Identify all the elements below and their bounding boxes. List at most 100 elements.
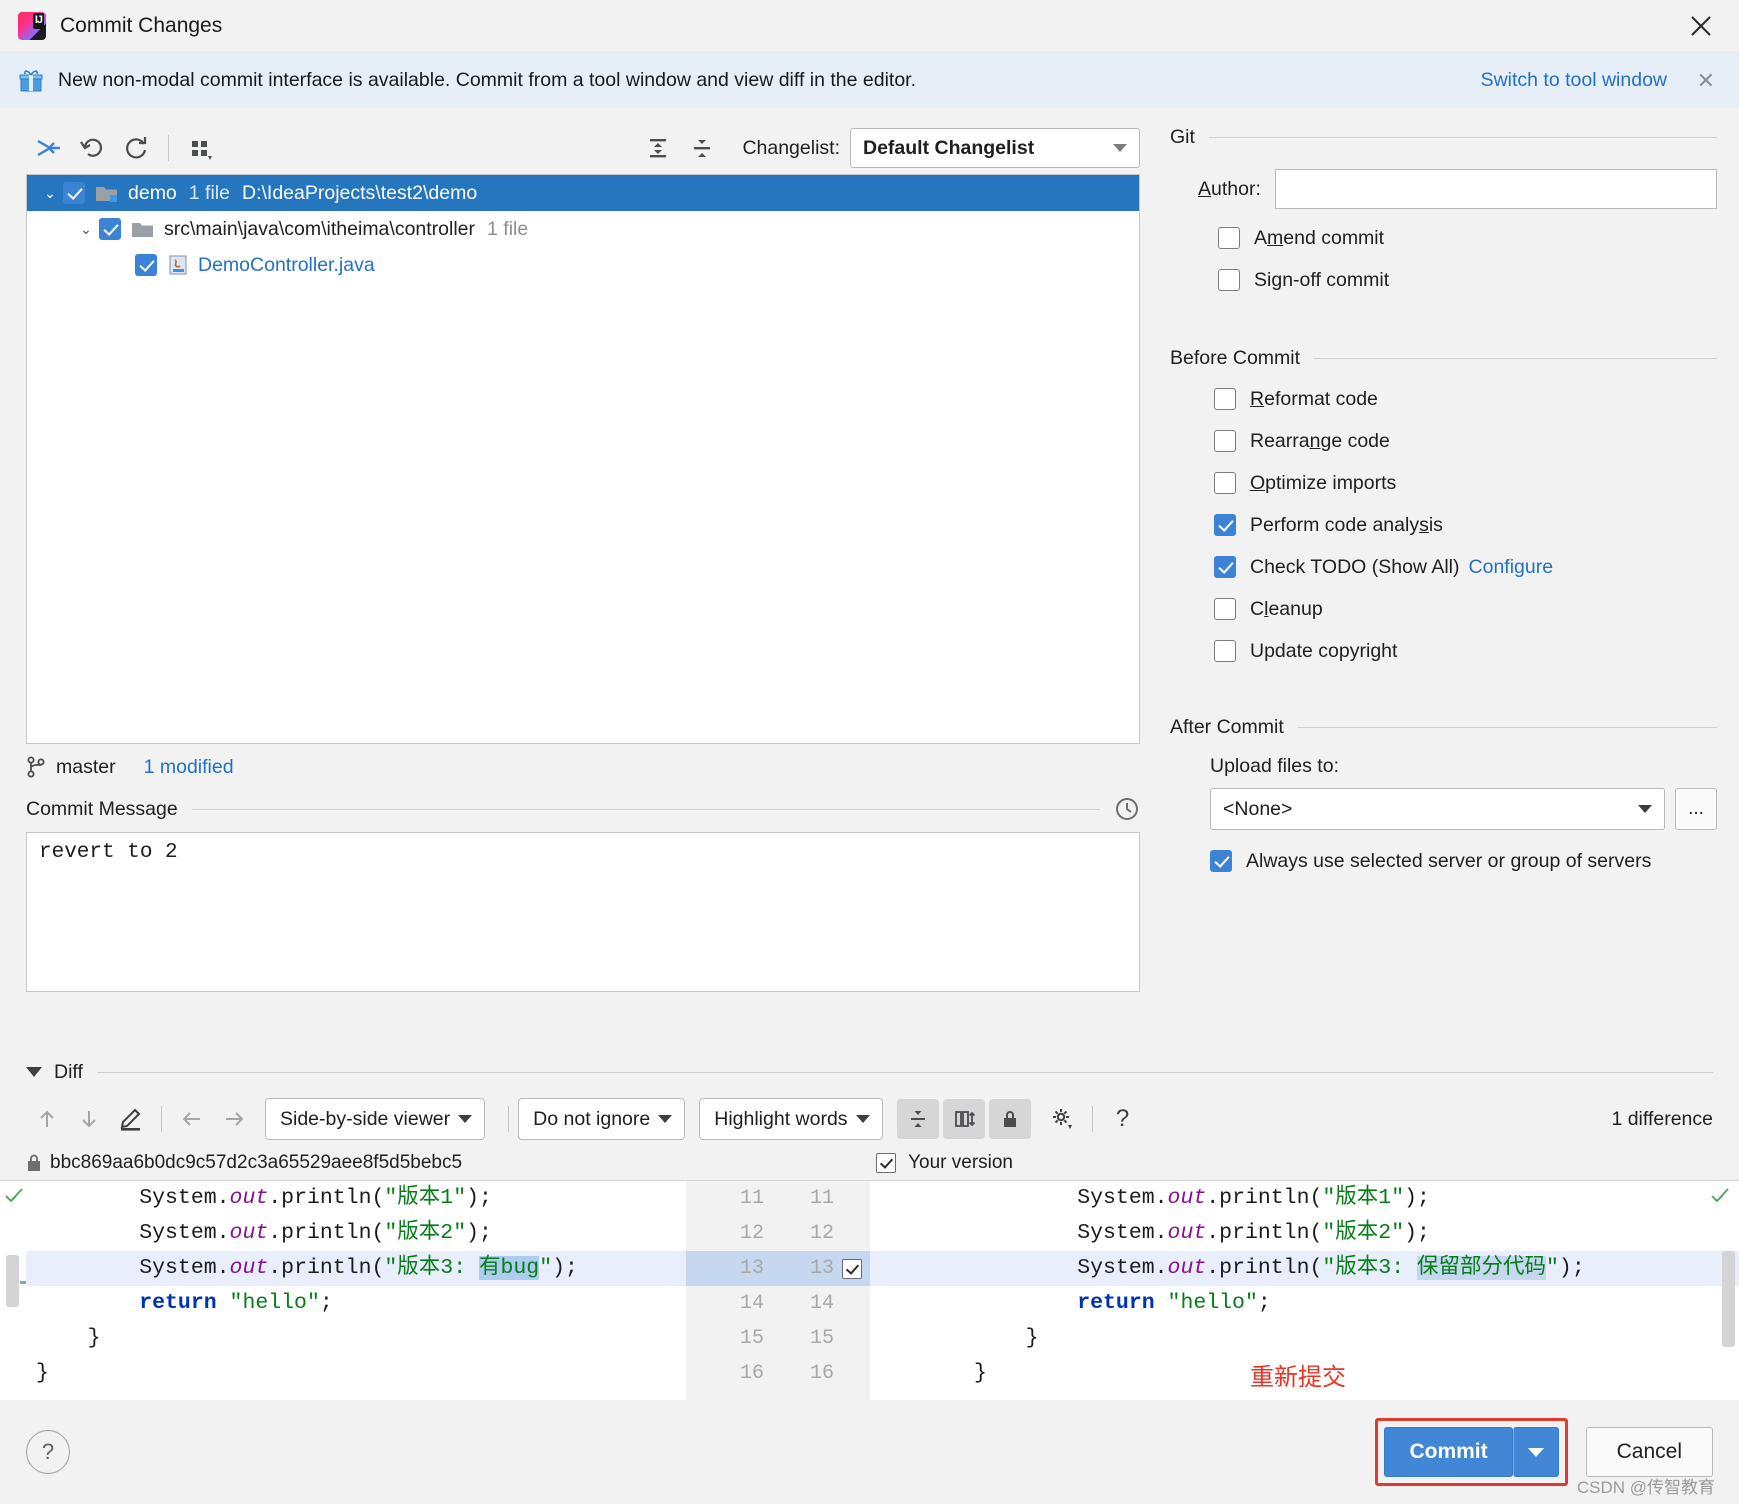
optimize-imports-checkbox[interactable] bbox=[1214, 472, 1236, 494]
always-use-server-row[interactable]: Always use selected server or group of s… bbox=[1170, 840, 1717, 882]
line-number-row: 1313 bbox=[686, 1251, 870, 1286]
banner-close-icon[interactable]: ✕ bbox=[1697, 70, 1715, 92]
show-diff-icon[interactable] bbox=[26, 128, 70, 168]
rearrange-code-row[interactable]: Rearrange code bbox=[1170, 420, 1717, 462]
cleanup-row[interactable]: Cleanup bbox=[1170, 588, 1717, 630]
upload-server-combo[interactable]: <None> bbox=[1210, 788, 1665, 830]
line-number-left: 13 bbox=[686, 1251, 764, 1286]
viewer-mode-value: Side-by-side viewer bbox=[280, 1108, 450, 1131]
row-name[interactable]: DemoController.java bbox=[198, 254, 375, 277]
code-line: } bbox=[26, 1321, 686, 1356]
always-use-server-checkbox[interactable] bbox=[1210, 850, 1232, 872]
update-copyright-checkbox[interactable] bbox=[1214, 640, 1236, 662]
chevron-down-icon bbox=[856, 1115, 870, 1123]
gift-icon bbox=[18, 68, 44, 94]
refresh-icon[interactable] bbox=[114, 128, 158, 168]
your-version-checkbox[interactable] bbox=[876, 1153, 896, 1173]
diff-scroll-thumb[interactable] bbox=[6, 1255, 19, 1307]
help-button[interactable]: ? bbox=[26, 1430, 70, 1474]
rearrange-code-checkbox[interactable] bbox=[1214, 430, 1236, 452]
perform-code-analysis-label: Perform code analysis bbox=[1250, 514, 1443, 537]
tree-scrollbar[interactable] bbox=[1125, 175, 1139, 743]
changelist-value: Default Changelist bbox=[863, 137, 1034, 160]
annotation-label: 重新提交 bbox=[1250, 1357, 1346, 1392]
commit-message-label: Commit Message bbox=[26, 798, 178, 821]
commit-dropdown-button[interactable] bbox=[1513, 1427, 1559, 1477]
gear-icon[interactable] bbox=[1041, 1099, 1083, 1139]
commit-message-value: revert to 2 bbox=[39, 841, 178, 864]
group-by-icon[interactable] bbox=[179, 128, 223, 168]
line-number-right: 14 bbox=[764, 1286, 834, 1321]
viewer-mode-combo[interactable]: Side-by-side viewer bbox=[265, 1098, 485, 1140]
dialog-footer: ? Commit Cancel CSDN @传智教育 bbox=[0, 1400, 1739, 1504]
arrow-left-icon[interactable] bbox=[171, 1099, 213, 1139]
toolbar-divider bbox=[161, 1106, 162, 1132]
reformat-code-row[interactable]: Reformat code bbox=[1170, 378, 1717, 420]
git-group-title: Git bbox=[1170, 126, 1195, 149]
signoff-commit-checkbox[interactable] bbox=[1218, 269, 1240, 291]
close-icon[interactable] bbox=[1685, 10, 1717, 42]
cleanup-label: Cleanup bbox=[1250, 598, 1323, 621]
row-checkbox[interactable] bbox=[99, 218, 121, 240]
changelist-combo[interactable]: Default Changelist bbox=[850, 128, 1140, 168]
arrow-down-icon[interactable] bbox=[68, 1099, 110, 1139]
update-copyright-row[interactable]: Update copyright bbox=[1170, 630, 1717, 672]
your-version-label: Your version bbox=[908, 1152, 1013, 1174]
twisty-icon[interactable]: ⌄ bbox=[37, 185, 63, 202]
line-number-left: 16 bbox=[686, 1356, 764, 1391]
clock-icon[interactable] bbox=[1114, 796, 1140, 822]
line-number-right: 13 bbox=[764, 1251, 834, 1286]
arrow-right-icon[interactable] bbox=[213, 1099, 255, 1139]
collapse-unchanged-icon[interactable] bbox=[897, 1099, 939, 1139]
chevron-down-icon bbox=[458, 1115, 472, 1123]
diff-collapse-triangle-icon[interactable] bbox=[26, 1067, 42, 1077]
table-row[interactable]: ⌄ demo 1 file D:\IdeaProjects\test2\demo bbox=[27, 175, 1139, 211]
cancel-button[interactable]: Cancel bbox=[1586, 1427, 1713, 1477]
check-todo-row[interactable]: Check TODO (Show All) Configure bbox=[1170, 546, 1717, 588]
amend-commit-row[interactable]: Amend commit bbox=[1170, 217, 1717, 259]
lock-icon[interactable] bbox=[989, 1099, 1031, 1139]
accept-line-checkbox[interactable] bbox=[842, 1259, 862, 1279]
check-todo-checkbox[interactable] bbox=[1214, 556, 1236, 578]
signoff-commit-row[interactable]: Sign-off commit bbox=[1170, 259, 1717, 301]
branch-icon bbox=[26, 756, 46, 778]
table-row[interactable]: ⌄ src\main\java\com\itheima\controller 1… bbox=[27, 211, 1139, 247]
perform-code-analysis-checkbox[interactable] bbox=[1214, 514, 1236, 536]
line-number-row: 1111 bbox=[686, 1181, 870, 1216]
diff-right-code[interactable]: System.out.println("版本1"); System.out.pr… bbox=[870, 1180, 1739, 1400]
row-checkbox[interactable] bbox=[63, 182, 85, 204]
diff-left-code[interactable]: System.out.println("版本1"); System.out.pr… bbox=[26, 1180, 686, 1400]
highlight-mode-value: Highlight words bbox=[714, 1108, 847, 1131]
pencil-icon[interactable] bbox=[110, 1099, 152, 1139]
changelist-label: Changelist: bbox=[742, 137, 840, 160]
always-use-server-label: Always use selected server or group of s… bbox=[1246, 850, 1651, 873]
cleanup-checkbox[interactable] bbox=[1214, 598, 1236, 620]
table-row[interactable]: DemoController.java bbox=[27, 247, 1139, 283]
arrow-up-icon[interactable] bbox=[26, 1099, 68, 1139]
sync-scroll-icon[interactable] bbox=[943, 1099, 985, 1139]
perform-code-analysis-row[interactable]: Perform code analysis bbox=[1170, 504, 1717, 546]
row-checkbox[interactable] bbox=[135, 254, 157, 276]
browse-servers-button[interactable]: ... bbox=[1675, 788, 1717, 830]
configure-todo-link[interactable]: Configure bbox=[1469, 556, 1554, 579]
amend-commit-checkbox[interactable] bbox=[1218, 227, 1240, 249]
modified-count-link[interactable]: 1 modified bbox=[144, 756, 234, 779]
rollback-icon[interactable] bbox=[70, 128, 114, 168]
reformat-code-checkbox[interactable] bbox=[1214, 388, 1236, 410]
ignore-mode-combo[interactable]: Do not ignore bbox=[518, 1098, 685, 1140]
collapse-all-icon[interactable] bbox=[680, 128, 724, 168]
diff-right-scroll-thumb[interactable] bbox=[1722, 1251, 1735, 1347]
commit-message-input[interactable]: revert to 2 bbox=[26, 832, 1140, 992]
accept-change-icon[interactable] bbox=[3, 1185, 25, 1214]
optimize-imports-row[interactable]: Optimize imports bbox=[1170, 462, 1717, 504]
highlight-mode-combo[interactable]: Highlight words bbox=[699, 1098, 882, 1140]
folder-icon bbox=[131, 220, 155, 239]
switch-to-tool-window-link[interactable]: Switch to tool window bbox=[1481, 69, 1667, 92]
question-icon[interactable]: ? bbox=[1102, 1099, 1144, 1139]
twisty-icon[interactable]: ⌄ bbox=[73, 221, 99, 238]
author-field[interactable] bbox=[1275, 169, 1717, 209]
changes-tree[interactable]: ⌄ demo 1 file D:\IdeaProjects\test2\demo… bbox=[26, 174, 1140, 744]
commit-button[interactable]: Commit bbox=[1384, 1427, 1512, 1477]
diff-gutter-left bbox=[0, 1180, 26, 1400]
expand-all-icon[interactable] bbox=[636, 128, 680, 168]
